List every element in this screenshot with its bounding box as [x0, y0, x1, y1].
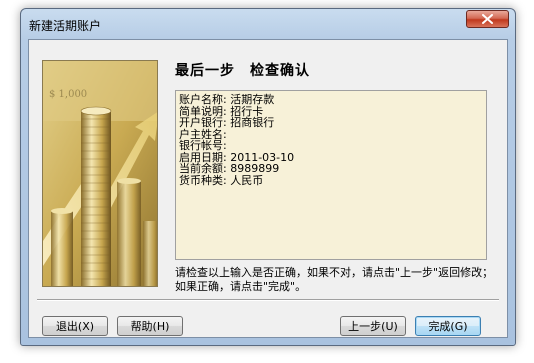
exit-button[interactable]: 退出(X): [42, 316, 108, 336]
step-heading: 最后一步 检查确认: [175, 63, 310, 79]
summary-balance: 当前余额: 8989899: [179, 162, 280, 175]
summary-textbox[interactable]: 账户名称: 活期存款 简单说明: 招行卡 开户银行: 招商银行 户主姓名: 银行…: [175, 90, 487, 260]
button-separator: [37, 299, 499, 301]
close-button[interactable]: [466, 10, 509, 28]
screenshot: 新建活期账户 $ 1,000 最后一步 检查确认 账户名称: 活期存款 简单说明…: [0, 0, 534, 363]
instruction-text: 请检查以上输入是否正确，如果不对，请点击"上一步"返回修改；如果正确，请点击"完…: [175, 266, 494, 293]
summary-currency: 货币种类: 人民币: [179, 173, 264, 187]
wizard-side-image: $ 1,000: [42, 60, 158, 287]
summary-account-name: 账户名称: 活期存款: [179, 93, 275, 106]
finish-button[interactable]: 完成(G): [415, 316, 481, 336]
summary-bank: 开户银行: 招商银行: [179, 116, 275, 129]
close-icon: [482, 14, 493, 24]
dialog-body: $ 1,000 最后一步 检查确认 账户名称: 活期存款 简单说明: 招行卡 开…: [28, 39, 508, 338]
price-tag-text: $ 1,000: [49, 89, 87, 100]
title-bar[interactable]: 新建活期账户: [21, 9, 515, 39]
back-button[interactable]: 上一步(U): [340, 316, 406, 336]
help-button[interactable]: 帮助(H): [117, 316, 183, 336]
dialog-window: 新建活期账户 $ 1,000 最后一步 检查确认 账户名称: 活期存款 简单说明…: [20, 8, 516, 346]
summary-account-number: 银行帐号:: [179, 139, 227, 152]
coins-illustration: $ 1,000: [43, 61, 157, 286]
window-title: 新建活期账户: [29, 19, 102, 33]
